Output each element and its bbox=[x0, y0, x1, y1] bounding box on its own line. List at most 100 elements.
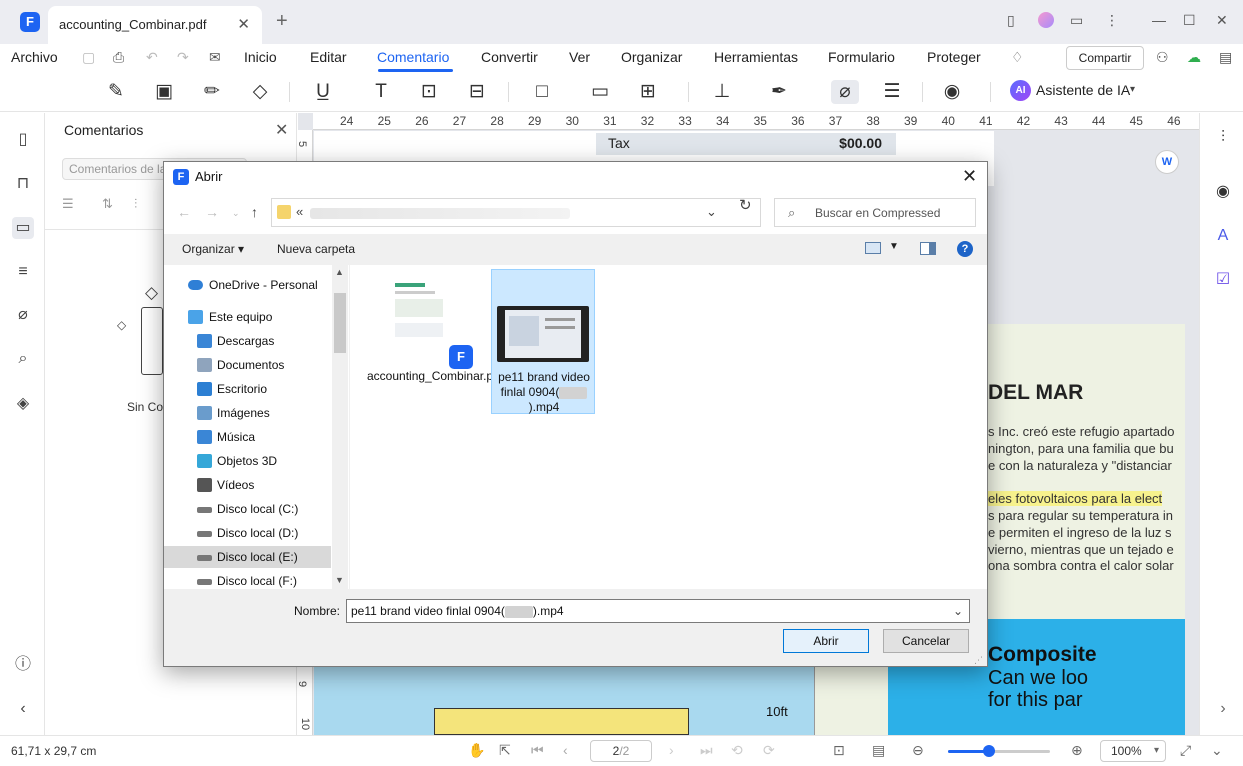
filter-icon[interactable]: ⇅ bbox=[102, 196, 113, 212]
refresh-icon[interactable]: ↻ bbox=[739, 196, 752, 214]
nav-item-drive-c[interactable]: Disco local (C:) bbox=[164, 498, 331, 520]
maximize-icon[interactable]: ☐ bbox=[1183, 12, 1196, 29]
scrollbar-thumb[interactable] bbox=[334, 293, 346, 353]
lightbulb-icon[interactable]: ♢ bbox=[1011, 49, 1024, 66]
nav-item-music[interactable]: Música bbox=[164, 426, 331, 448]
sticky-note-icon[interactable]: ▣ bbox=[152, 80, 176, 104]
hand-tool-icon[interactable]: ✋ bbox=[468, 742, 485, 759]
chevron-down-icon[interactable]: ▼ bbox=[889, 241, 899, 252]
textbox-icon[interactable]: ⊡ bbox=[417, 80, 441, 104]
dialog-close-icon[interactable]: ✕ bbox=[962, 166, 977, 187]
settings-icon[interactable]: ⫶ bbox=[134, 196, 137, 212]
resize-grip-icon[interactable]: ⋰ bbox=[974, 655, 983, 666]
shape-icon[interactable]: □ bbox=[530, 80, 554, 104]
view-mode-icon[interactable] bbox=[865, 242, 881, 254]
page-thumbnail-icon[interactable]: ▯ bbox=[12, 129, 34, 151]
pencil-icon[interactable]: ✏ bbox=[200, 80, 224, 104]
undo-icon[interactable]: ↶ bbox=[146, 49, 158, 66]
properties-icon[interactable]: ⫶ bbox=[1212, 127, 1234, 149]
chevron-down-icon[interactable]: ⌄ bbox=[706, 204, 717, 220]
help-icon[interactable]: ? bbox=[957, 241, 973, 257]
redo-icon[interactable]: ↷ bbox=[177, 49, 189, 66]
breadcrumb-overflow[interactable]: « bbox=[296, 204, 303, 219]
comments-icon[interactable]: ▭ bbox=[12, 217, 34, 239]
eraser-icon[interactable]: ◇ bbox=[248, 80, 272, 104]
attachment-icon[interactable]: ⌀ bbox=[831, 80, 859, 104]
file-item-pdf[interactable]: F accounting_Combinar.pdf bbox=[367, 269, 503, 414]
menu-organizar[interactable]: Organizar bbox=[621, 49, 682, 65]
recent-dropdown-icon[interactable]: ⌄ bbox=[232, 208, 240, 219]
ai-robot-icon[interactable]: ◉ bbox=[1212, 181, 1234, 203]
fit-page-icon[interactable]: ⊡ bbox=[833, 742, 845, 759]
mail-icon[interactable]: ✉ bbox=[209, 49, 221, 66]
collapse-left-icon[interactable]: ‹ bbox=[12, 698, 34, 720]
file-item-video[interactable]: pe11 brand video finlal 0904().mp4 bbox=[491, 269, 595, 414]
nav-item-downloads[interactable]: Descargas bbox=[164, 330, 331, 352]
nav-item-documents[interactable]: Documentos bbox=[164, 354, 331, 376]
rotate-right-icon[interactable]: ⟳ bbox=[763, 742, 775, 759]
zoom-level-select[interactable]: 100% ▾ bbox=[1100, 740, 1166, 762]
zoom-out-icon[interactable]: ⊖ bbox=[912, 742, 924, 759]
more-down-icon[interactable]: ⌄ bbox=[1211, 742, 1223, 759]
cancel-button[interactable]: Cancelar bbox=[883, 629, 969, 653]
ai-assistant-button[interactable]: Asistente de IA bbox=[1036, 82, 1130, 98]
expand-right-icon[interactable]: › bbox=[1212, 698, 1234, 720]
signature-icon[interactable]: ✒ bbox=[767, 80, 791, 104]
nav-item-desktop[interactable]: Escritorio bbox=[164, 378, 331, 400]
layers-list-icon[interactable]: ≡ bbox=[12, 261, 34, 283]
address-bar[interactable]: « ⌄ bbox=[271, 198, 761, 227]
window-close-icon[interactable]: ✕ bbox=[1216, 12, 1228, 29]
ai-assistant-icon[interactable]: AI bbox=[1010, 80, 1031, 101]
share-button[interactable]: Compartir bbox=[1066, 46, 1144, 70]
filename-input[interactable]: pe11 brand video finlal 0904().mp4 ⌄ bbox=[346, 599, 970, 623]
preview-pane-icon[interactable] bbox=[920, 242, 936, 255]
measure-icon[interactable]: ⊞ bbox=[636, 80, 660, 104]
open-button[interactable]: Abrir bbox=[783, 629, 869, 653]
panel-toggle-icon[interactable]: ▤ bbox=[1219, 49, 1232, 66]
menu-ver[interactable]: Ver bbox=[569, 49, 590, 65]
tab-close-icon[interactable]: ✕ bbox=[237, 15, 250, 33]
scroll-down-icon[interactable]: ▼ bbox=[335, 575, 344, 585]
organize-button[interactable]: Organizar ▾ bbox=[182, 242, 244, 256]
new-folder-button[interactable]: Nueva carpeta bbox=[277, 242, 355, 256]
chevron-down-icon[interactable]: ▾ bbox=[1130, 84, 1135, 95]
menu-editar[interactable]: Editar bbox=[310, 49, 347, 65]
scroll-up-icon[interactable]: ▲ bbox=[335, 267, 344, 277]
chat-icon[interactable]: ▭ bbox=[1070, 12, 1083, 29]
translate-icon[interactable]: A bbox=[1212, 225, 1234, 247]
nav-item-drive-e[interactable]: Disco local (E:) bbox=[164, 546, 331, 568]
menu-convertir[interactable]: Convertir bbox=[481, 49, 538, 65]
menu-inicio[interactable]: Inicio bbox=[244, 49, 277, 65]
stamp-icon[interactable]: ⊥ bbox=[710, 80, 734, 104]
highlighter-icon[interactable]: ✎ bbox=[104, 80, 128, 104]
zoom-slider-handle[interactable] bbox=[982, 745, 995, 757]
avatar[interactable] bbox=[1038, 12, 1054, 28]
document-tab[interactable]: accounting_Combinar.pdf ✕ bbox=[48, 6, 262, 44]
comment-box-icon[interactable]: ▭ bbox=[588, 80, 612, 104]
rotate-left-icon[interactable]: ⟲ bbox=[731, 742, 743, 759]
zoom-in-icon[interactable]: ⊕ bbox=[1071, 742, 1083, 759]
callout-icon[interactable]: ⊟ bbox=[465, 80, 489, 104]
layers-icon[interactable]: ◈ bbox=[12, 393, 34, 415]
menu-formulario[interactable]: Formulario bbox=[828, 49, 895, 65]
nav-item-pictures[interactable]: Imágenes bbox=[164, 402, 331, 424]
markup-list-icon[interactable]: ☰ bbox=[880, 80, 904, 104]
panel-close-icon[interactable]: ✕ bbox=[275, 120, 288, 140]
dialog-search-input[interactable]: ⌕ Buscar en Compressed bbox=[774, 198, 976, 227]
last-page-icon[interactable]: ⏭ bbox=[700, 742, 713, 759]
nav-item-this-pc[interactable]: Este equipo bbox=[164, 306, 331, 328]
new-tab-icon[interactable]: + bbox=[276, 10, 288, 33]
zoom-slider[interactable] bbox=[948, 745, 1050, 757]
page-number-field[interactable]: 2/2 bbox=[590, 740, 652, 762]
select-tool-icon[interactable]: ⇱ bbox=[499, 742, 511, 759]
nav-item-3d-objects[interactable]: Objetos 3D bbox=[164, 450, 331, 472]
task-check-icon[interactable]: ☑ bbox=[1212, 269, 1234, 291]
back-arrow-icon[interactable]: ← bbox=[177, 204, 191, 220]
more-icon[interactable]: ⋮ bbox=[1105, 12, 1119, 29]
prev-page-icon[interactable]: ‹ bbox=[563, 742, 568, 758]
nav-item-drive-d[interactable]: Disco local (D:) bbox=[164, 522, 331, 544]
menu-comentario[interactable]: Comentario bbox=[377, 49, 449, 65]
fullscreen-icon[interactable]: ⤢ bbox=[1180, 742, 1191, 759]
menu-proteger[interactable]: Proteger bbox=[927, 49, 981, 65]
sort-icon[interactable]: ☰ bbox=[62, 196, 74, 212]
